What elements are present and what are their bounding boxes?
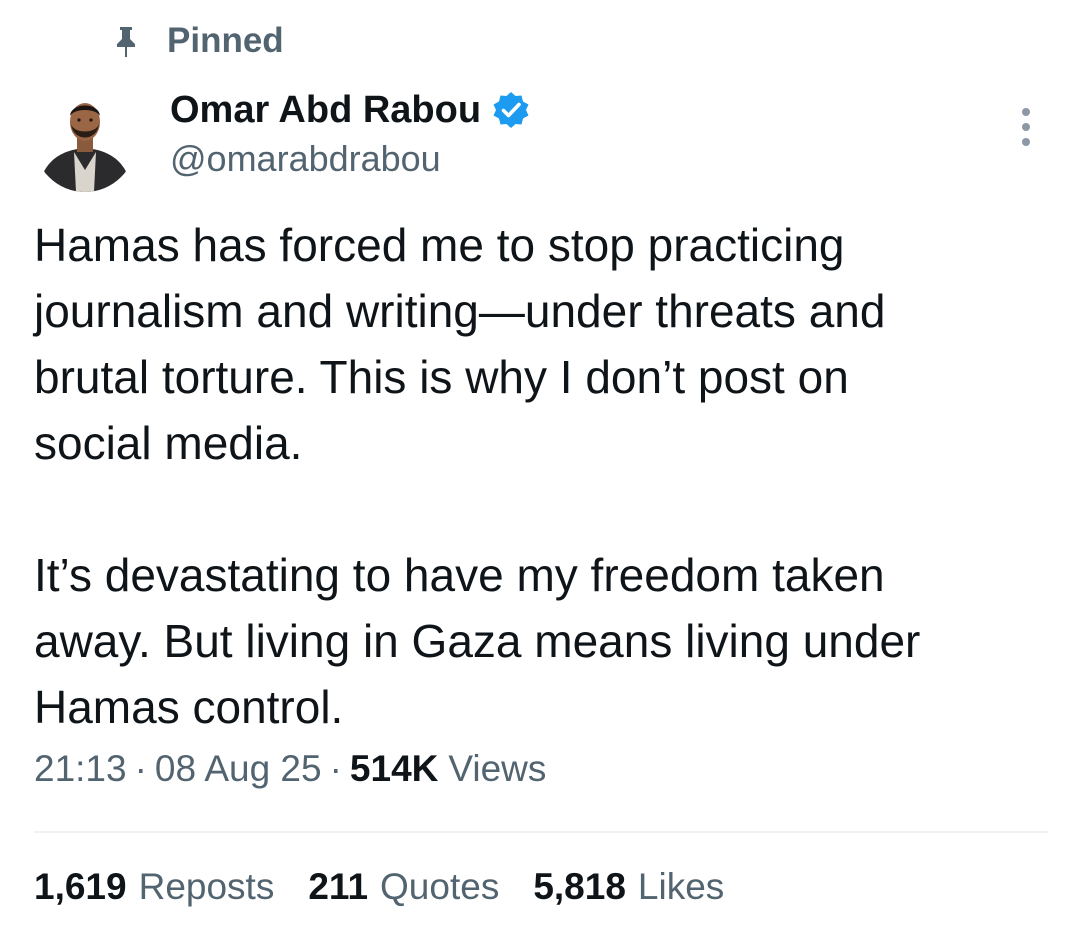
likes-label: Likes xyxy=(637,866,725,907)
reposts-label: Reposts xyxy=(138,866,275,907)
more-options-button[interactable] xyxy=(1006,104,1046,150)
likes-stat[interactable]: 5,818 Likes xyxy=(533,866,724,908)
tweet-line: journalism and writing—under threats and xyxy=(34,285,886,337)
pinned-indicator: Pinned xyxy=(110,18,284,64)
verified-badge-icon[interactable] xyxy=(491,90,531,130)
tweet-text: Hamas has forced me to stop practicing j… xyxy=(34,212,1054,740)
tweet-line: social media. xyxy=(34,417,303,469)
divider xyxy=(34,831,1048,833)
quotes-label: Quotes xyxy=(380,866,500,907)
author-name-row: Omar Abd Rabou xyxy=(170,84,531,136)
tweet-meta: 21:13 · 08 Aug 25 · 514K Views xyxy=(34,748,546,790)
views-count: 514K xyxy=(349,748,439,789)
tweet-time[interactable]: 21:13 xyxy=(34,748,127,790)
meta-separator: · xyxy=(329,748,342,789)
tweet-line: It’s devastating to have my freedom take… xyxy=(34,549,885,601)
meta-separator: · xyxy=(134,748,147,789)
engagement-stats: 1,619 Reposts 211 Quotes 5,818 Likes xyxy=(34,866,758,908)
tweet-line: away. But living in Gaza means living un… xyxy=(34,615,921,667)
tweet-date[interactable]: 08 Aug 25 xyxy=(155,748,322,790)
reposts-stat[interactable]: 1,619 Reposts xyxy=(34,866,274,908)
avatar[interactable] xyxy=(34,90,136,192)
tweet-line: Hamas has forced me to stop practicing xyxy=(34,219,845,271)
author-block: Omar Abd Rabou @omarabdrabou xyxy=(170,84,531,180)
author-handle[interactable]: @omarabdrabou xyxy=(170,138,531,180)
likes-count: 5,818 xyxy=(533,866,626,907)
tweet-line: Hamas control. xyxy=(34,681,344,733)
author-name[interactable]: Omar Abd Rabou xyxy=(170,89,481,132)
tweet-line: brutal torture. This is why I don’t post… xyxy=(34,351,849,403)
views-label: Views xyxy=(448,748,547,789)
pinned-label: Pinned xyxy=(167,21,284,60)
more-vertical-icon xyxy=(1022,108,1030,116)
quotes-stat[interactable]: 211 Quotes xyxy=(308,866,499,908)
pin-icon xyxy=(110,23,142,59)
more-vertical-icon xyxy=(1022,138,1030,146)
quotes-count: 211 xyxy=(308,866,369,907)
more-vertical-icon xyxy=(1022,123,1030,131)
reposts-count: 1,619 xyxy=(34,866,127,907)
